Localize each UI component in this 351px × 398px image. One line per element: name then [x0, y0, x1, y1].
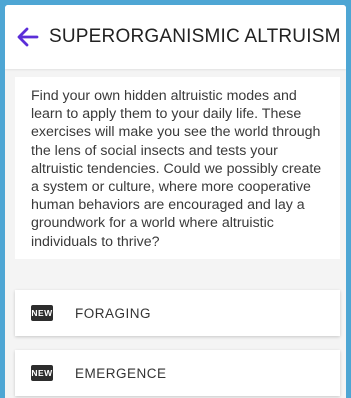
page-title: SUPERORGANISMIC ALTRUISM [49, 26, 341, 47]
list-item-label: FORAGING [75, 305, 152, 321]
list-item-label: EMERGENCE [75, 365, 167, 381]
app-screen: SUPERORGANISMIC ALTRUISM Find your own h… [5, 5, 346, 398]
back-button[interactable] [15, 24, 41, 50]
app-header: SUPERORGANISMIC ALTRUISM [5, 5, 346, 69]
description-card: Find your own hidden altruistic modes an… [15, 77, 340, 259]
new-badge: NEW [31, 365, 53, 381]
list-item-foraging[interactable]: NEW FORAGING [15, 290, 340, 336]
list-item-emergence[interactable]: NEW EMERGENCE [15, 350, 340, 396]
arrow-left-icon [17, 27, 39, 47]
new-badge: NEW [31, 305, 53, 321]
description-text: Find your own hidden altruistic modes an… [31, 88, 322, 250]
